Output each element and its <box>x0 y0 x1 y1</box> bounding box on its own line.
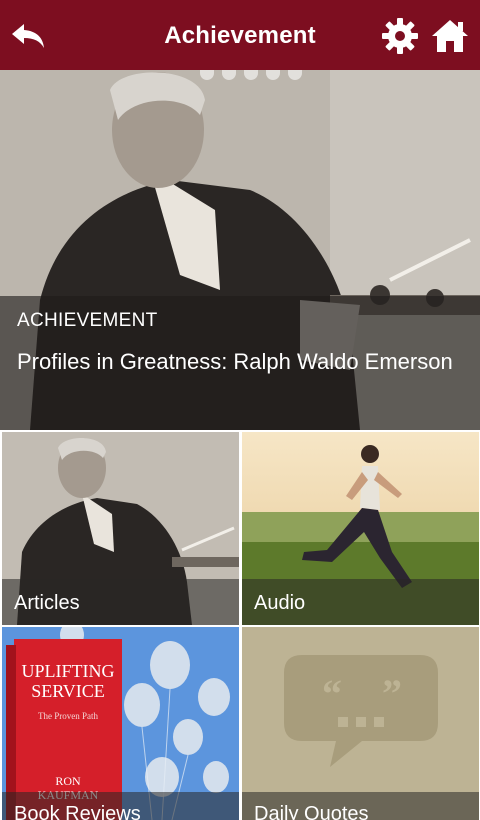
home-icon <box>432 20 468 52</box>
gear-icon <box>382 18 418 54</box>
book-subtitle: The Proven Path <box>38 711 98 721</box>
book-author-first: RON <box>55 774 81 788</box>
hero-headline[interactable]: Profiles in Greatness: Ralph Waldo Emers… <box>17 346 457 377</box>
book-title-line-1: UPLIFTING <box>22 661 115 681</box>
home-button[interactable] <box>428 14 472 58</box>
hero-category: ACHIEVEMENT <box>17 310 158 331</box>
tile-label: Articles <box>2 579 239 625</box>
tile-label: Daily Quotes <box>242 792 479 820</box>
carousel-dot[interactable] <box>244 70 258 80</box>
carousel-indicator <box>200 70 302 80</box>
tile-label: Book Reviews <box>2 792 239 820</box>
tile-book-reviews[interactable]: UPLIFTING SERVICE The Proven Path RON KA… <box>2 627 239 820</box>
settings-button[interactable] <box>378 14 422 58</box>
featured-hero[interactable]: ACHIEVEMENT Profiles in Greatness: Ralph… <box>0 70 480 430</box>
hero-caption: ACHIEVEMENT Profiles in Greatness: Ralph… <box>0 296 480 430</box>
carousel-dot[interactable] <box>200 70 214 80</box>
carousel-dot[interactable] <box>288 70 302 80</box>
tile-articles[interactable]: Articles <box>2 432 239 625</box>
tile-label: Audio <box>242 579 479 625</box>
book-title-line-2: SERVICE <box>31 681 105 701</box>
app-header: Achievement <box>0 0 480 70</box>
carousel-dot[interactable] <box>222 70 236 80</box>
tile-audio[interactable]: Audio <box>242 432 479 625</box>
svg-text:“: “ <box>322 671 342 716</box>
svg-text:”: ” <box>382 671 402 716</box>
carousel-dot[interactable] <box>266 70 280 80</box>
tile-daily-quotes[interactable]: “ ” Daily Quotes <box>242 627 479 820</box>
